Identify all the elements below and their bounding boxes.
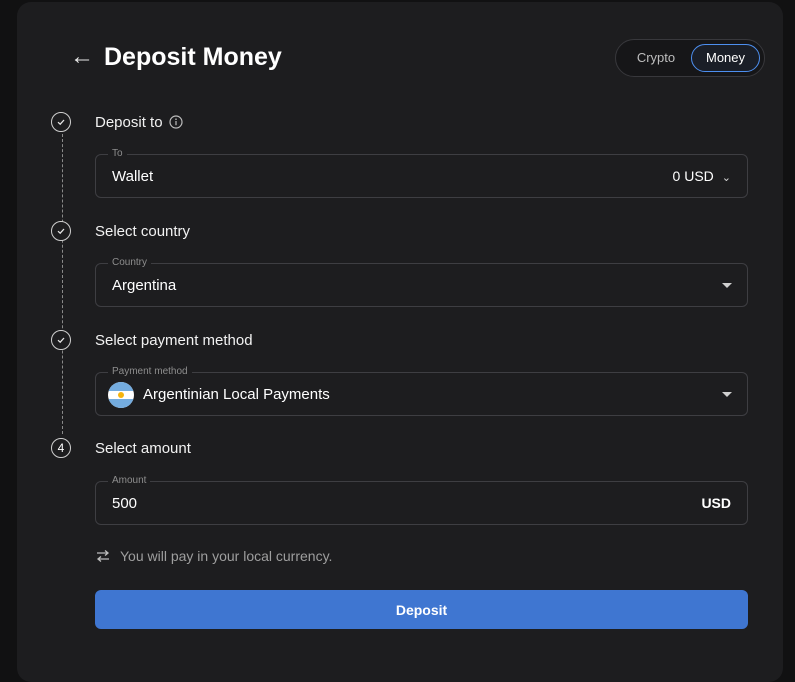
caret-down-icon xyxy=(722,283,732,288)
page-header: ← Deposit Money xyxy=(70,42,282,72)
deposit-button[interactable]: Deposit xyxy=(95,590,748,629)
crypto-money-toggle: Crypto Money xyxy=(615,39,765,77)
step-4-label: Select amount xyxy=(95,440,191,457)
step-3-check-icon xyxy=(51,330,71,350)
toggle-money[interactable]: Money xyxy=(691,44,760,72)
info-icon[interactable] xyxy=(168,115,183,133)
steps-rail xyxy=(62,134,63,434)
toggle-crypto[interactable]: Crypto xyxy=(626,44,686,72)
amount-legend: Amount xyxy=(108,475,151,487)
payment-method-value: Argentinian Local Payments xyxy=(143,386,330,403)
amount-input[interactable]: 500 xyxy=(112,495,137,512)
step-3-label: Select payment method xyxy=(95,332,253,349)
balance-text: 0 USD xyxy=(672,168,714,184)
amount-field[interactable]: Amount 500 USD xyxy=(95,475,748,525)
argentina-flag-icon xyxy=(108,382,134,408)
swap-arrows-icon xyxy=(96,550,110,562)
to-legend: To xyxy=(108,148,127,160)
amount-currency: USD xyxy=(701,495,731,511)
page-title: Deposit Money xyxy=(104,42,282,71)
arrow-left-icon[interactable]: ← xyxy=(70,42,94,72)
step-2-label: Select country xyxy=(95,223,191,240)
caret-down-icon xyxy=(722,392,732,397)
country-value: Argentina xyxy=(112,277,177,294)
payment-method-select[interactable]: Payment method Argentinian Local Payment… xyxy=(95,366,748,416)
note-text: You will pay in your local currency. xyxy=(120,548,333,564)
currency-note: You will pay in your local currency. xyxy=(95,548,332,564)
step-1-check-icon xyxy=(51,112,71,132)
step-1-text: Deposit to xyxy=(95,114,163,131)
to-value: Wallet xyxy=(112,168,154,185)
country-legend: Country xyxy=(108,257,152,269)
payment-method-legend: Payment method xyxy=(108,366,192,378)
step-2-check-icon xyxy=(51,221,71,241)
wallet-balance: 0 USD ⌄ xyxy=(673,168,731,184)
step-4-number: 4 xyxy=(51,438,71,458)
deposit-to-select[interactable]: To Wallet 0 USD ⌄ xyxy=(95,148,748,198)
chevron-down-icon: ⌄ xyxy=(721,172,731,184)
country-select[interactable]: Country Argentina xyxy=(95,257,748,307)
step-1-label: Deposit to xyxy=(95,114,183,133)
